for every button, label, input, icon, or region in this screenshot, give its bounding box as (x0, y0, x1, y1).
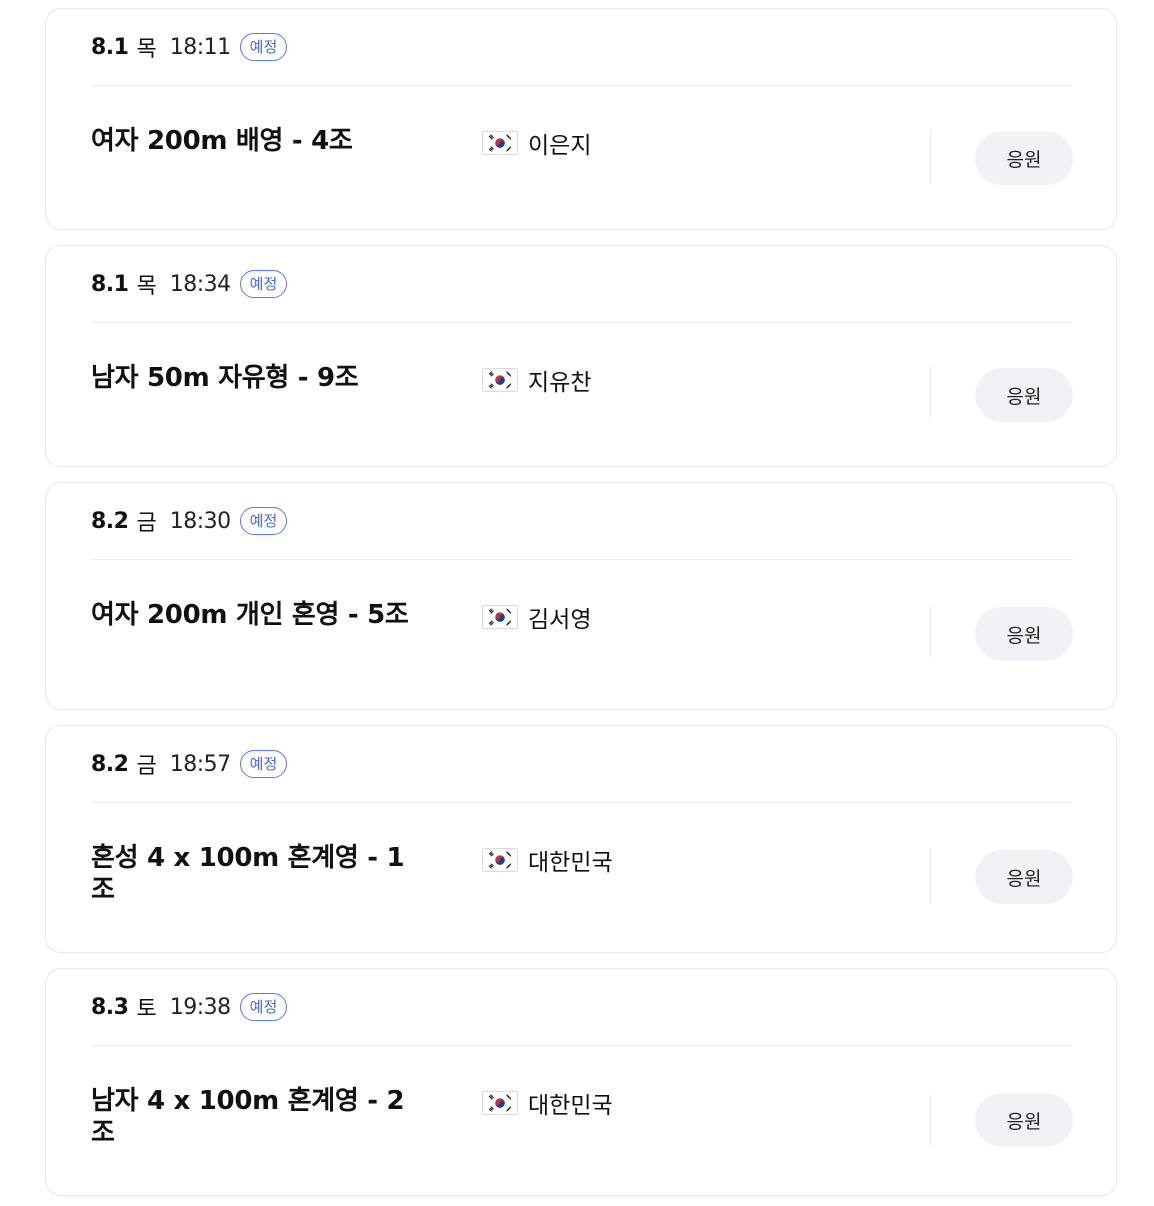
schedule-date: 8.3 (91, 994, 129, 1020)
status-badge: 예정 (239, 507, 288, 535)
schedule-card: 8.2 금 18:30 예정 여자 200m 개인 혼영 - 5조 김서영 응원 (45, 482, 1117, 710)
divider-vertical (930, 366, 931, 422)
schedule-date: 8.2 (91, 751, 129, 777)
schedule-date: 8.2 (91, 508, 129, 534)
schedule-card: 8.3 토 19:38 예정 남자 4 x 100m 혼계영 - 2조 대한민국… (45, 968, 1117, 1196)
schedule-header: 8.1 목 18:34 예정 (91, 266, 1073, 302)
event-title: 혼성 4 x 100m 혼계영 - 1조 (91, 843, 405, 905)
athlete-info: 지유찬 (482, 364, 591, 396)
schedule-header: 8.3 토 19:38 예정 (91, 989, 1073, 1025)
schedule-card: 8.1 목 18:34 예정 남자 50m 자유형 - 9조 지유찬 응원 (45, 245, 1117, 467)
divider (91, 559, 1073, 560)
athlete-info: 대한민국 (482, 1087, 613, 1119)
cheer-button[interactable]: 응원 (975, 368, 1073, 422)
athlete-name: 지유찬 (528, 370, 592, 396)
schedule-header: 8.1 목 18:11 예정 (91, 29, 1073, 65)
event-title: 여자 200m 개인 혼영 - 5조 (91, 600, 409, 630)
schedule-time: 18:57 (169, 751, 231, 777)
south-korea-flag-icon (482, 368, 518, 392)
schedule-time: 18:34 (169, 271, 231, 297)
cheer-button[interactable]: 응원 (975, 607, 1073, 661)
status-badge: 예정 (239, 33, 288, 61)
athlete-name: 김서영 (528, 607, 592, 633)
south-korea-flag-icon (482, 848, 518, 872)
divider (91, 802, 1073, 803)
divider-vertical (930, 1091, 931, 1147)
schedule-date: 8.1 (91, 271, 129, 297)
south-korea-flag-icon (482, 131, 518, 155)
divider-vertical (930, 129, 931, 185)
schedule-card: 8.1 목 18:11 예정 여자 200m 배영 - 4조 이은지 응원 (45, 8, 1117, 230)
divider (91, 322, 1073, 323)
athlete-info: 대한민국 (482, 844, 613, 876)
schedule-card: 8.2 금 18:57 예정 혼성 4 x 100m 혼계영 - 1조 대한민국… (45, 725, 1117, 953)
divider-vertical (930, 848, 931, 904)
cheer-button[interactable]: 응원 (975, 850, 1073, 904)
schedule-weekday: 토 (136, 997, 157, 1022)
divider (91, 85, 1073, 86)
athlete-name: 대한민국 (528, 1093, 613, 1119)
status-badge: 예정 (239, 750, 288, 778)
south-korea-flag-icon (482, 605, 518, 629)
schedule-date: 8.1 (91, 34, 129, 60)
athlete-info: 김서영 (482, 601, 591, 633)
cheer-button[interactable]: 응원 (975, 131, 1073, 185)
schedule-weekday: 목 (136, 274, 157, 299)
schedule-list: 8.1 목 18:11 예정 여자 200m 배영 - 4조 이은지 응원 8.… (0, 0, 1154, 1206)
schedule-time: 19:38 (169, 994, 231, 1020)
schedule-weekday: 금 (136, 754, 157, 779)
schedule-header: 8.2 금 18:30 예정 (91, 503, 1073, 539)
schedule-header: 8.2 금 18:57 예정 (91, 746, 1073, 782)
cheer-button[interactable]: 응원 (975, 1093, 1073, 1147)
status-badge: 예정 (239, 270, 288, 298)
athlete-name: 이은지 (528, 133, 592, 159)
divider-vertical (930, 605, 931, 661)
divider (91, 1045, 1073, 1046)
status-badge: 예정 (239, 993, 288, 1021)
event-title: 여자 200m 배영 - 4조 (91, 126, 353, 156)
schedule-time: 18:30 (169, 508, 231, 534)
south-korea-flag-icon (482, 1091, 518, 1115)
schedule-weekday: 목 (136, 37, 157, 62)
athlete-info: 이은지 (482, 127, 591, 159)
athlete-name: 대한민국 (528, 850, 613, 876)
schedule-weekday: 금 (136, 511, 157, 536)
schedule-time: 18:11 (169, 34, 231, 60)
event-title: 남자 4 x 100m 혼계영 - 2조 (91, 1086, 405, 1148)
event-title: 남자 50m 자유형 - 9조 (91, 363, 359, 393)
